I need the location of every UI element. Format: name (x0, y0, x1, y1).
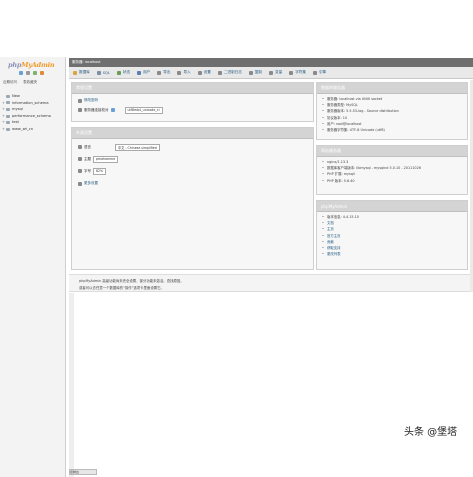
tab-settings[interactable]: 设置 (197, 70, 211, 75)
tree-item[interactable]: + information_schema (2, 100, 51, 107)
tab-engines[interactable]: 引擎 (312, 70, 326, 75)
language-icon (78, 145, 82, 150)
tree-item[interactable]: + mysql (2, 106, 51, 113)
general-settings-panel: 常规设置 修改密码 服务器连接校对 utf8mb4_unicode_ci (71, 82, 314, 122)
fontsize-select[interactable]: 82% (93, 168, 107, 175)
sql-icon (96, 70, 101, 75)
sidebar-links: 近期访问 表收藏夹 (3, 80, 42, 85)
exit-icon[interactable] (26, 71, 30, 75)
tab-replication[interactable]: 复制 (248, 70, 262, 75)
import-icon (177, 70, 182, 75)
language-select[interactable]: 中文 - Chinese simplified (115, 144, 160, 151)
web-server-panel: 网站服务器 nginx/1.13.3 数据库客户端版本: libmysql - … (316, 145, 468, 195)
tree-item[interactable]: + www_wt_cn (2, 126, 51, 133)
wrench-icon (78, 181, 82, 186)
engine-icon (312, 70, 317, 75)
db-server-info: 服务器: localhost via UNIX socket 服务器类型: My… (322, 96, 399, 133)
database-icon (73, 70, 77, 75)
database-icon (6, 101, 10, 105)
phpmyadmin-info-panel: phpMyAdmin 版本信息: 4.4.15.10 文档 主页 官方主页 贡献… (316, 200, 468, 270)
tab-binlog[interactable]: 二进制日志 (217, 70, 242, 75)
console-toggle[interactable]: 控制台 (69, 469, 97, 475)
theme-icon (78, 157, 82, 162)
change-password-link[interactable]: 修改密码 (78, 98, 98, 103)
top-menu-tabs: 数据库 SQL 状态 用户 导出 导入 设置 二进制日志 复制 变量 字符集 引… (69, 67, 473, 79)
language-row: 语言 中文 - Chinese simplified (78, 144, 160, 151)
database-tree: New + information_schema + mysql + performa… (2, 93, 51, 133)
config-storage-notice: phpMyAdmin 高级功能尚未完全设置，部分功能未激活。查找原因。 或者可以… (69, 274, 473, 292)
changelog-link[interactable]: 更改列表 (322, 251, 359, 257)
panel-title: 网站服务器 (317, 146, 467, 157)
panel-title: 常规设置 (72, 83, 313, 94)
panel-title: 外观设置 (72, 128, 313, 139)
export-icon (157, 70, 162, 75)
font-icon (78, 169, 82, 174)
recent-tab[interactable]: 近期访问 (3, 80, 17, 84)
tab-sql[interactable]: SQL (96, 70, 110, 75)
tab-users[interactable]: 用户 (137, 70, 150, 75)
phpmyadmin-info: 版本信息: 4.4.15.10 文档 主页 官方主页 贡献 获取支持 更改列表 (322, 214, 359, 257)
more-settings-link[interactable]: 更多设置 (78, 181, 98, 186)
key-icon (78, 98, 82, 103)
tree-item-new[interactable]: New (2, 93, 51, 100)
tree-item[interactable]: + performance_schema (2, 113, 51, 120)
web-server-info: nginx/1.13.3 数据库客户端版本: libmysql - mysqln… (322, 159, 421, 184)
panel-title: phpMyAdmin (317, 201, 467, 212)
settings-icon[interactable] (40, 71, 44, 75)
tab-import[interactable]: 导入 (177, 70, 191, 75)
docs-icon[interactable] (33, 71, 37, 75)
fontsize-row: 字号 82% (78, 168, 107, 175)
breadcrumb: 服务器: localhost (69, 58, 473, 67)
tab-charsets[interactable]: 字符集 (289, 70, 306, 75)
content-scrollbar[interactable] (69, 293, 74, 477)
tab-databases[interactable]: 数据库 (73, 70, 90, 75)
database-icon (6, 107, 10, 111)
navigation-sidebar: phpMyAdmin 近期访问 表收藏夹 New + information_sc… (0, 57, 66, 477)
tab-export[interactable]: 导出 (157, 70, 170, 75)
gear-icon (197, 70, 202, 75)
replication-icon (248, 70, 253, 75)
database-server-panel: 数据库服务器 服务器: localhost via UNIX socket 服务… (316, 82, 468, 140)
collation-icon (78, 108, 82, 113)
tab-variables[interactable]: 变量 (269, 70, 282, 75)
favorites-tab[interactable]: 表收藏夹 (23, 80, 37, 84)
tree-item[interactable]: + test (2, 119, 51, 126)
help-icon[interactable] (110, 108, 115, 113)
charset-icon (289, 70, 294, 75)
status-icon (116, 70, 121, 75)
logo-icon-bar (19, 71, 44, 75)
tab-status[interactable]: 状态 (116, 70, 130, 75)
database-icon (6, 94, 10, 98)
watermark-text: 头条 @堡塔 (404, 427, 458, 438)
variables-icon (269, 70, 273, 75)
theme-row: 主题 pmahomme (78, 156, 119, 163)
panel-title: 数据库服务器 (317, 83, 467, 94)
phpmyadmin-logo[interactable]: phpMyAdmin (8, 61, 55, 69)
binlog-icon (217, 70, 222, 75)
database-icon (6, 114, 10, 118)
collation-row: 服务器连接校对 utf8mb4_unicode_ci (78, 107, 163, 114)
collation-select[interactable]: utf8mb4_unicode_ci (124, 107, 163, 114)
notice-line-2: 或者可以去任意一个数据库的“操作”选项卡里面设置它。 (79, 286, 164, 290)
database-icon (6, 121, 10, 125)
theme-select[interactable]: pmahomme (93, 156, 119, 163)
server-breadcrumb[interactable]: 服务器: localhost (72, 60, 101, 65)
home-icon[interactable] (19, 71, 23, 75)
database-icon (6, 127, 10, 131)
appearance-settings-panel: 外观设置 语言 中文 - Chinese simplified 主题 pmaho… (71, 127, 314, 270)
notice-line-1[interactable]: phpMyAdmin 高级功能尚未完全设置，部分功能未激活。查找原因。 (79, 278, 473, 283)
users-icon (137, 70, 142, 75)
